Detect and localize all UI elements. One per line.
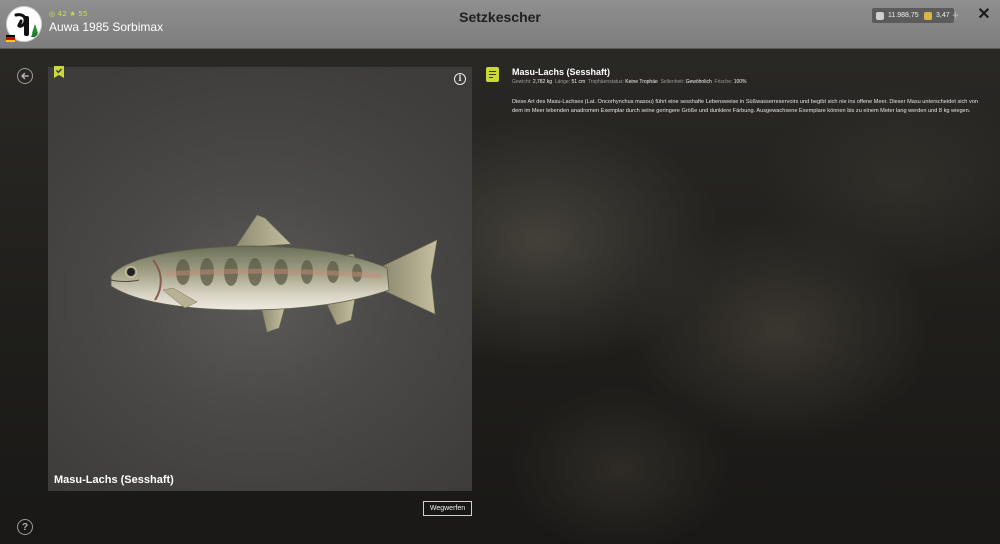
fish-illustration — [110, 214, 438, 333]
help-icon[interactable]: ? — [17, 519, 33, 535]
back-arrow-icon[interactable] — [17, 68, 33, 84]
fish-stats: Gewicht: 2,782 kg Länge: 51 cm Trophäens… — [512, 79, 746, 85]
rarity-label: Seltenheit: — [660, 79, 685, 85]
silver-coin-icon — [876, 11, 884, 20]
flag-icon — [6, 35, 15, 42]
silver-amount: 11.988,75 — [888, 12, 919, 19]
top-bar: ◎ 42 ★ 55 Auwa 1985 Sorbimax Setzkescher… — [0, 0, 1000, 49]
page-title: Setzkescher — [459, 9, 541, 25]
close-button[interactable]: ✕ — [976, 7, 992, 23]
length-value: 51 cm — [571, 79, 586, 85]
weight-value: 2,782 kg — [532, 79, 553, 85]
fish-name-caption: Masu-Lachs (Sesshaft) — [54, 474, 174, 486]
bookmark-icon — [54, 66, 64, 78]
discard-button[interactable]: Wegwerfen — [423, 501, 472, 516]
length-label: Länge: — [554, 79, 571, 85]
freshness-label: Frische: — [714, 79, 733, 85]
freshness-value: 100% — [733, 79, 747, 85]
rarity-value: Gewöhnlich — [685, 79, 712, 85]
gold-amount: 3,47 — [936, 12, 950, 19]
fish-title: Masu-Lachs (Sesshaft) — [512, 67, 611, 77]
weight-label: Gewicht: — [512, 79, 532, 85]
trophy-value: Keine Trophäe — [625, 79, 658, 85]
add-currency-button[interactable]: + — [950, 9, 961, 21]
silver-currency: 11.988,75 — [872, 8, 923, 23]
note-icon — [486, 67, 499, 82]
gold-coin-icon — [924, 11, 932, 20]
info-icon[interactable]: i — [454, 73, 466, 85]
fish-description: Diese Art des Masu-Lachses (Lat. Oncorhy… — [512, 99, 978, 114]
trophy-label: Trophäenstatus: — [587, 79, 624, 85]
gold-currency: 3,47 — [920, 8, 954, 23]
